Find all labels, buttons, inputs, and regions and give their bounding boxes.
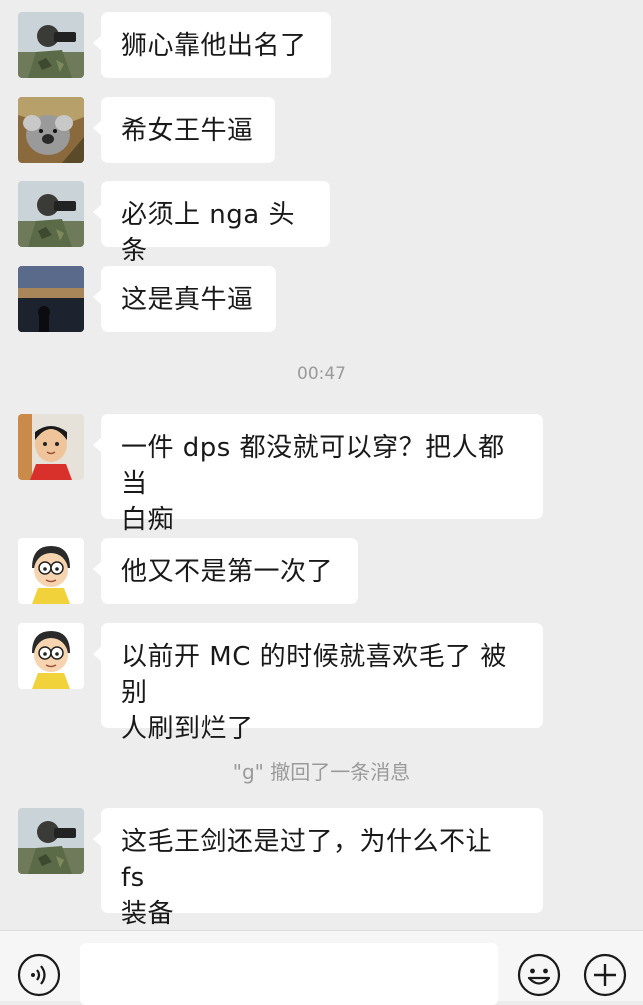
message-text: 他又不是第一次了	[121, 557, 334, 587]
child-avatar[interactable]	[18, 414, 84, 480]
voice-icon[interactable]	[17, 953, 61, 997]
soldier-camera-avatar[interactable]	[18, 808, 84, 874]
message-text: 狮心靠他出名了	[121, 31, 307, 61]
timestamp: 00:47	[297, 364, 346, 384]
emoji-icon[interactable]	[517, 953, 561, 997]
message-text: 希女王牛逼	[121, 116, 254, 146]
nobita-avatar[interactable]	[18, 538, 84, 604]
chat-area: 狮心靠他出名了 希女王牛逼 必须上 nga 头条 这是真牛逼 00:47 一件 …	[0, 0, 643, 930]
message-input[interactable]	[80, 943, 498, 1005]
message-text: 一件 dps 都没就可以穿？把人都当	[121, 433, 505, 499]
message-text: 这是真牛逼	[121, 285, 254, 315]
soldier-camera-avatar[interactable]	[18, 12, 84, 78]
message-text: 这毛王剑还是过了，为什么不让 fs	[121, 827, 493, 893]
nobita-avatar[interactable]	[18, 623, 84, 689]
message-bubble[interactable]: 以前开 MC 的时候就喜欢毛了 被别 人刷到烂了	[93, 623, 543, 744]
message-bubble[interactable]: 必须上 nga 头条	[93, 181, 330, 266]
input-bar	[0, 930, 643, 1005]
message-bubble[interactable]: 希女王牛逼	[93, 97, 275, 163]
message-text-line2: 白痴	[121, 505, 175, 535]
message-text-line2: 装备	[121, 899, 175, 929]
message-bubble[interactable]: 狮心靠他出名了	[93, 12, 331, 78]
plus-icon[interactable]	[583, 953, 627, 997]
message-text: 必须上 nga 头条	[121, 200, 295, 266]
recall-notice: "g" 撤回了一条消息	[232, 760, 411, 784]
message-text: 以前开 MC 的时候就喜欢毛了 被别	[121, 642, 507, 708]
message-bubble[interactable]: 他又不是第一次了	[93, 538, 358, 604]
sunset-avatar[interactable]	[18, 266, 84, 332]
soldier-camera-avatar[interactable]	[18, 181, 84, 247]
message-bubble[interactable]: 这是真牛逼	[93, 266, 276, 332]
message-text-line2: 人刷到烂了	[121, 714, 254, 744]
koala-avatar[interactable]	[18, 97, 84, 163]
message-bubble[interactable]: 一件 dps 都没就可以穿？把人都当 白痴	[93, 414, 543, 535]
message-bubble[interactable]: 这毛王剑还是过了，为什么不让 fs 装备	[93, 808, 543, 929]
